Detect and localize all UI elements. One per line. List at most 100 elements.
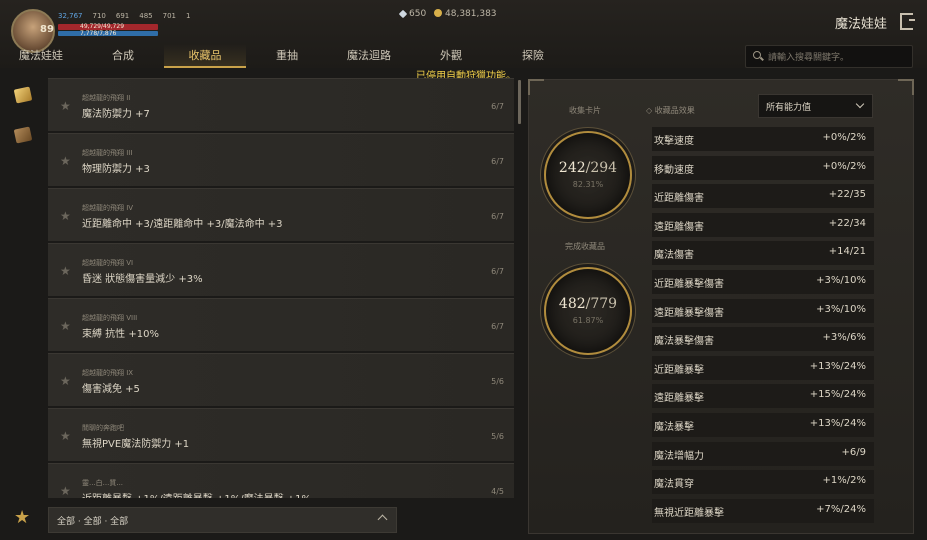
list-scrollbar[interactable] bbox=[518, 80, 521, 124]
tab-appearance[interactable]: 外觀 bbox=[410, 44, 492, 68]
item-title: 閒聊的奔跑吧 bbox=[82, 424, 124, 432]
collection-summary-panel: 收集卡片 242/294 82.31% 完成收藏品 482/779 61.87%… bbox=[528, 79, 914, 534]
effect-row: 魔法增幅力 +6/9 bbox=[652, 441, 874, 466]
item-count: 5/6 bbox=[491, 432, 504, 441]
chevron-up-icon bbox=[377, 514, 388, 525]
tab-synthesis[interactable]: 合成 bbox=[82, 44, 164, 68]
collection-item[interactable]: ★ 超越龍的飛翔 IV 近距離命中 +3/遠距離命中 +3/魔法命中 +3 6/… bbox=[48, 188, 514, 241]
cards-label: 收集卡片 bbox=[569, 106, 601, 115]
favorite-star-icon[interactable]: ★ bbox=[60, 99, 71, 113]
item-count: 6/7 bbox=[491, 157, 504, 166]
collection-item[interactable]: ★ 超越龍的飛翔 VIII 束縛 抗性 +10% 6/7 bbox=[48, 298, 514, 351]
tab-collection[interactable]: 收藏品 bbox=[164, 44, 246, 68]
stat-4: 485 bbox=[139, 12, 153, 20]
stat-5: 701 bbox=[162, 12, 176, 20]
effect-value: +15%/24% bbox=[809, 389, 866, 401]
exit-icon[interactable] bbox=[900, 13, 915, 30]
search-icon bbox=[753, 51, 761, 59]
effect-value: +7%/24% bbox=[816, 503, 866, 515]
effect-row: 魔法貫穿 +1%/2% bbox=[652, 470, 874, 495]
gold-count: 48,381,383 bbox=[445, 9, 497, 19]
item-effect: 近距離暴擊 +1%/遠距離暴擊 +1%/魔法暴擊 +1% bbox=[82, 490, 311, 498]
favorite-star-icon[interactable]: ★ bbox=[60, 374, 71, 388]
panel-corner bbox=[528, 79, 544, 95]
favorite-star-icon[interactable]: ★ bbox=[60, 319, 71, 333]
dropdown-value: 所有能力值 bbox=[766, 103, 812, 113]
chevron-down-icon bbox=[855, 99, 865, 109]
item-title: 超越龍的飛翔 IV bbox=[82, 204, 134, 212]
item-title: 靈...白...質... bbox=[82, 479, 124, 487]
item-title: 超越龍的飛翔 VIII bbox=[82, 314, 138, 322]
collection-item[interactable]: ★ 閒聊的奔跑吧 無視PVE魔法防禦力 +1 5/6 bbox=[48, 408, 514, 461]
complete-current: 482 bbox=[558, 296, 586, 312]
collection-item[interactable]: ★ 超越龍的飛翔 VI 昏迷 狀態傷害量減少 +3% 6/7 bbox=[48, 243, 514, 296]
effect-name: 遠距離暴擊 bbox=[654, 393, 704, 405]
panel-corner bbox=[898, 79, 914, 95]
effect-name: 魔法貫穿 bbox=[654, 479, 694, 491]
item-count: 6/7 bbox=[491, 267, 504, 276]
filter-dropdown[interactable]: 全部 · 全部 · 全部 bbox=[48, 507, 397, 533]
tab-expedition[interactable]: 探險 bbox=[492, 44, 574, 68]
effect-row: 近距離傷害 +22/35 bbox=[652, 184, 874, 209]
cards-total: /294 bbox=[585, 160, 618, 176]
mp-text: 7,778/7,876 bbox=[80, 30, 117, 37]
favorites-star-icon[interactable]: ★ bbox=[14, 507, 30, 528]
favorite-star-icon[interactable]: ★ bbox=[60, 264, 71, 278]
player-stats: 32,767 710 691 485 701 1 bbox=[58, 12, 190, 20]
effect-value: +0%/2% bbox=[822, 160, 866, 172]
favorite-star-icon[interactable]: ★ bbox=[60, 429, 71, 443]
effect-row: 近距離暴擊 +13%/24% bbox=[652, 355, 874, 380]
complete-label: 完成收藏品 bbox=[565, 242, 605, 251]
effect-value: +3%/10% bbox=[816, 275, 866, 286]
effect-name: 魔法暴擊傷害 bbox=[654, 336, 714, 348]
complete-progress-ring: 482/779 61.87% bbox=[544, 267, 632, 355]
stat-filter-dropdown[interactable]: 所有能力值 bbox=[758, 94, 873, 118]
favorite-star-icon[interactable]: ★ bbox=[60, 154, 71, 168]
search-input[interactable]: 請輸入搜尋關鍵字。 bbox=[745, 45, 913, 68]
effect-row: 攻擊速度 +0%/2% bbox=[652, 127, 874, 151]
cards-value: 242/294 bbox=[546, 160, 630, 176]
collection-list: ★ 超越龍的飛翔 II 魔法防禦力 +7 6/7 ★ 超越龍的飛翔 III 物理… bbox=[48, 78, 514, 498]
cards-percent: 82.31% bbox=[572, 180, 604, 189]
gold-coin-icon bbox=[434, 9, 442, 17]
collection-item[interactable]: ★ 超越龍的飛翔 III 物理防禦力 +3 6/7 bbox=[48, 133, 514, 186]
effect-row: 魔法暴擊 +13%/24% bbox=[652, 413, 874, 437]
tab-magic-doll[interactable]: 魔法娃娃 bbox=[0, 44, 82, 68]
effect-value: +14/21 bbox=[828, 246, 866, 258]
effect-value: +0%/2% bbox=[822, 132, 866, 143]
favorite-star-icon[interactable]: ★ bbox=[60, 484, 71, 498]
favorite-star-icon[interactable]: ★ bbox=[60, 209, 71, 223]
effects-label: ◇ 收藏品效果 bbox=[646, 106, 695, 115]
effect-value: +1%/2% bbox=[822, 475, 866, 487]
effect-row: 無視近距離暴擊 +7%/24% bbox=[652, 498, 874, 523]
effect-row: 遠距離暴擊 +15%/24% bbox=[652, 384, 874, 409]
collection-item[interactable]: ★ 超越龍的飛翔 IX 傷害減免 +5 5/6 bbox=[48, 353, 514, 406]
effect-name: 遠距離暴擊傷害 bbox=[654, 307, 724, 319]
stat-6: 1 bbox=[186, 12, 191, 20]
effect-value: +6/9 bbox=[841, 446, 866, 458]
effect-name: 攻擊速度 bbox=[654, 136, 694, 147]
effect-row: 魔法傷害 +14/21 bbox=[652, 241, 874, 266]
item-effect: 傷害減免 +5 bbox=[82, 384, 140, 395]
effect-name: 魔法暴擊 bbox=[654, 422, 694, 433]
collection-book-icon[interactable] bbox=[13, 86, 33, 104]
effect-row: 魔法暴擊傷害 +3%/6% bbox=[652, 327, 874, 352]
tab-reroll[interactable]: 重抽 bbox=[246, 44, 328, 68]
stat-3: 691 bbox=[115, 12, 130, 20]
tab-magic-circuit[interactable]: 魔法迴路 bbox=[328, 44, 410, 68]
effect-row: 遠距離傷害 +22/34 bbox=[652, 212, 874, 237]
card-book-icon[interactable] bbox=[13, 126, 33, 144]
collection-item[interactable]: ★ 超越龍的飛翔 II 魔法防禦力 +7 6/7 bbox=[48, 78, 514, 131]
item-count: 6/7 bbox=[491, 212, 504, 221]
effect-row: 移動速度 +0%/2% bbox=[652, 155, 874, 180]
effect-name: 無視近距離暴擊 bbox=[654, 507, 724, 519]
item-effect: 近距離命中 +3/遠距離命中 +3/魔法命中 +3 bbox=[82, 219, 283, 230]
effect-name: 魔法傷害 bbox=[654, 250, 694, 262]
stat-2: 710 bbox=[92, 12, 106, 20]
diamond-count: 650 bbox=[409, 9, 427, 19]
tab-bar: 魔法娃娃 合成 收藏品 重抽 魔法迴路 外觀 探險 bbox=[0, 44, 574, 68]
item-title: 超越龍的飛翔 IX bbox=[82, 369, 134, 377]
effect-name: 近距離暴擊傷害 bbox=[654, 279, 724, 290]
effect-name: 近距離暴擊 bbox=[654, 364, 704, 376]
collection-item[interactable]: ★ 靈...白...質... 近距離暴擊 +1%/遠距離暴擊 +1%/魔法暴擊 … bbox=[48, 463, 514, 498]
